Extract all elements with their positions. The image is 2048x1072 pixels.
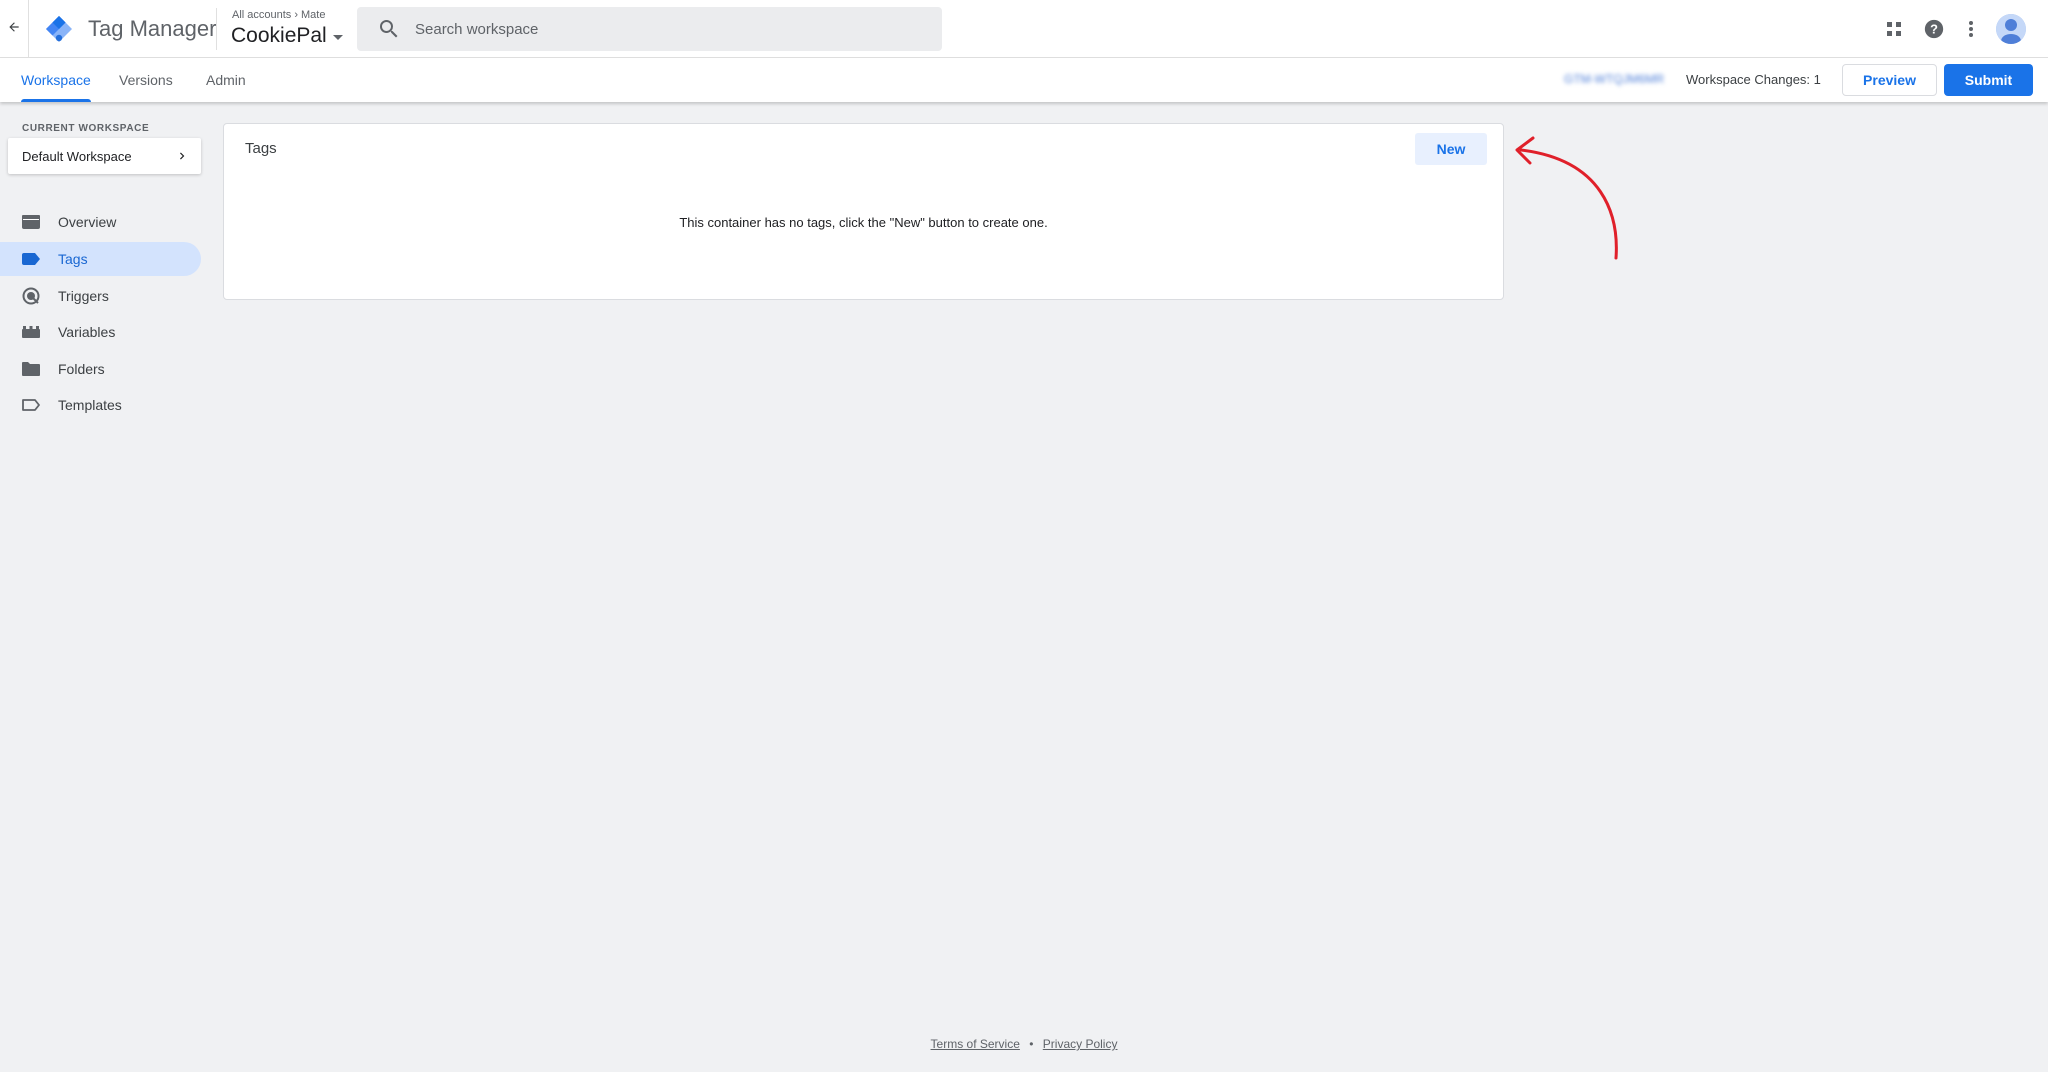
back-arrow-icon	[7, 20, 21, 39]
search-input[interactable]	[415, 20, 915, 38]
sidebar-item-label: Variables	[58, 324, 116, 340]
annotation-arrow-icon	[1515, 136, 1618, 260]
svg-text:?: ?	[1930, 22, 1938, 37]
sidebar-item-overview[interactable]: Overview	[0, 205, 201, 239]
search-icon	[377, 17, 401, 41]
card-title: Tags	[245, 140, 277, 157]
sidebar-item-label: Triggers	[58, 288, 109, 304]
tab-versions[interactable]: Versions	[119, 58, 173, 102]
empty-state-message: This container has no tags, click the "N…	[679, 215, 1048, 230]
sidebar-item-label: Tags	[58, 251, 88, 267]
breadcrumb-account[interactable]: Mate	[301, 9, 325, 21]
search-bar[interactable]	[357, 7, 942, 51]
folder-icon	[21, 360, 41, 378]
dropdown-caret-icon	[332, 35, 343, 40]
sidebar-item-tags[interactable]: Tags	[0, 242, 201, 276]
container-id[interactable]: GTM-WTQJM6MR	[1564, 72, 1664, 86]
sidebar-item-folders[interactable]: Folders	[0, 352, 201, 386]
variables-icon	[21, 323, 41, 341]
gtm-logo-icon	[44, 14, 74, 44]
footer: Terms of Service • Privacy Policy	[0, 1037, 2048, 1051]
footer-separator: •	[1029, 1037, 1034, 1051]
template-icon	[21, 396, 41, 414]
app-title: Tag Manager	[88, 16, 217, 41]
avatar-icon[interactable]	[1996, 14, 2026, 44]
submit-button[interactable]: Submit	[1944, 64, 2033, 96]
back-button[interactable]	[0, 0, 29, 58]
sidebar-item-variables[interactable]: Variables	[0, 315, 201, 349]
terms-of-service-link[interactable]: Terms of Service	[931, 1037, 1020, 1051]
chevron-right-icon: ›	[294, 9, 298, 21]
sidebar-item-label: Folders	[58, 361, 105, 377]
workspace-changes-count: Workspace Changes: 1	[1686, 72, 1821, 87]
sidebar-item-templates[interactable]: Templates	[0, 388, 201, 422]
help-icon[interactable]: ?	[1922, 17, 1946, 41]
tag-icon	[21, 250, 41, 268]
apps-grid-icon[interactable]	[1882, 17, 1906, 41]
workspace-selector[interactable]: Default Workspace	[8, 138, 201, 174]
container-selector[interactable]: CookiePal	[231, 24, 343, 48]
tab-workspace[interactable]: Workspace	[21, 58, 91, 102]
sidebar-item-triggers[interactable]: Triggers	[0, 279, 201, 313]
breadcrumb-all-accounts[interactable]: All accounts	[232, 9, 291, 21]
trigger-icon	[21, 287, 41, 305]
current-workspace-label: CURRENT WORKSPACE	[22, 123, 150, 134]
preview-button[interactable]: Preview	[1842, 64, 1937, 96]
tab-admin[interactable]: Admin	[206, 58, 246, 102]
header-divider	[216, 8, 217, 50]
more-vert-icon[interactable]	[1959, 17, 1983, 41]
new-tag-button[interactable]: New	[1415, 133, 1487, 165]
container-name: CookiePal	[231, 24, 327, 47]
sidebar-item-label: Templates	[58, 397, 122, 413]
sidebar-item-label: Overview	[58, 214, 117, 230]
tags-card: Tags New This container has no tags, cli…	[223, 123, 1504, 300]
overview-icon	[21, 213, 41, 231]
top-app-bar: Tag Manager All accounts › Mate CookiePa…	[0, 0, 2048, 58]
breadcrumb: All accounts › Mate	[232, 9, 325, 21]
workspace-name: Default Workspace	[22, 148, 132, 164]
privacy-policy-link[interactable]: Privacy Policy	[1043, 1037, 1118, 1051]
chevron-right-icon	[175, 149, 189, 168]
